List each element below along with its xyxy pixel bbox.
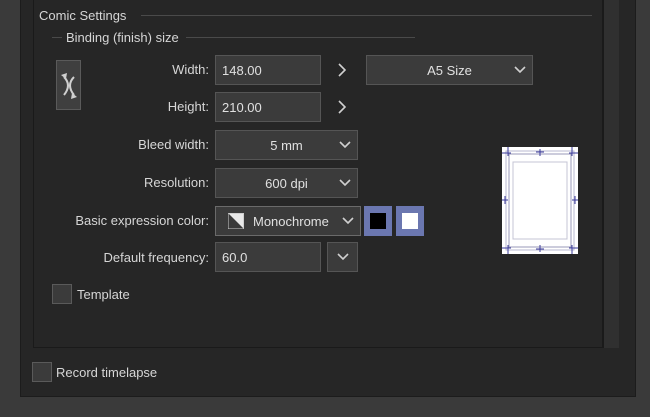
swap-orientation-icon	[60, 73, 77, 99]
binding-size-title: Binding (finish) size	[66, 30, 179, 45]
white-color-swatch[interactable]	[396, 206, 424, 236]
expression-color-label: Basic expression color:	[75, 213, 209, 228]
black-color-swatch[interactable]	[364, 206, 392, 236]
chevron-down-icon	[336, 253, 349, 261]
template-checkbox[interactable]	[52, 284, 72, 304]
default-frequency-label: Default frequency:	[103, 250, 209, 265]
width-input[interactable]	[215, 55, 321, 85]
white-swatch-fill	[402, 213, 418, 229]
page-preview-graphic	[502, 147, 578, 254]
resolution-select[interactable]: 600 dpi	[215, 168, 358, 198]
chevron-down-icon	[514, 66, 526, 74]
swap-orientation-button[interactable]	[56, 60, 81, 110]
black-swatch-fill	[370, 213, 386, 229]
template-label: Template	[77, 287, 130, 302]
default-frequency-dropdown[interactable]	[327, 242, 358, 272]
size-preset-select[interactable]: A5 Size	[366, 55, 533, 85]
subgroup-divider-right	[186, 37, 415, 38]
resolution-value: 600 dpi	[265, 175, 308, 191]
chevron-right-icon	[338, 63, 347, 77]
vertical-scrollbar[interactable]	[603, 0, 619, 348]
height-arrow-button[interactable]	[333, 95, 351, 119]
subgroup-divider-left	[52, 37, 62, 38]
resolution-label: Resolution:	[143, 175, 209, 190]
monochrome-icon	[228, 213, 244, 229]
record-timelapse-label: Record timelapse	[56, 365, 158, 380]
chevron-right-icon	[338, 100, 347, 114]
expression-color-select[interactable]: Monochrome	[215, 206, 361, 236]
width-label: Width:	[172, 62, 209, 77]
width-arrow-button[interactable]	[333, 58, 351, 82]
chevron-down-icon	[342, 217, 354, 225]
expression-color-value: Monochrome	[253, 213, 329, 229]
record-timelapse-checkbox[interactable]	[32, 362, 52, 382]
chevron-down-icon	[339, 141, 351, 149]
page-preview	[502, 147, 578, 254]
bleed-width-label: Bleed width:	[138, 137, 209, 152]
comic-settings-title: Comic Settings	[39, 8, 127, 23]
default-frequency-input[interactable]	[215, 242, 321, 272]
bleed-width-select[interactable]: 5 mm	[215, 130, 358, 160]
chevron-down-icon	[339, 179, 351, 187]
bleed-width-value: 5 mm	[270, 137, 303, 153]
size-preset-value: A5 Size	[427, 62, 472, 78]
height-input[interactable]	[215, 92, 321, 122]
height-label: Height:	[167, 99, 209, 114]
group-divider	[141, 15, 592, 16]
